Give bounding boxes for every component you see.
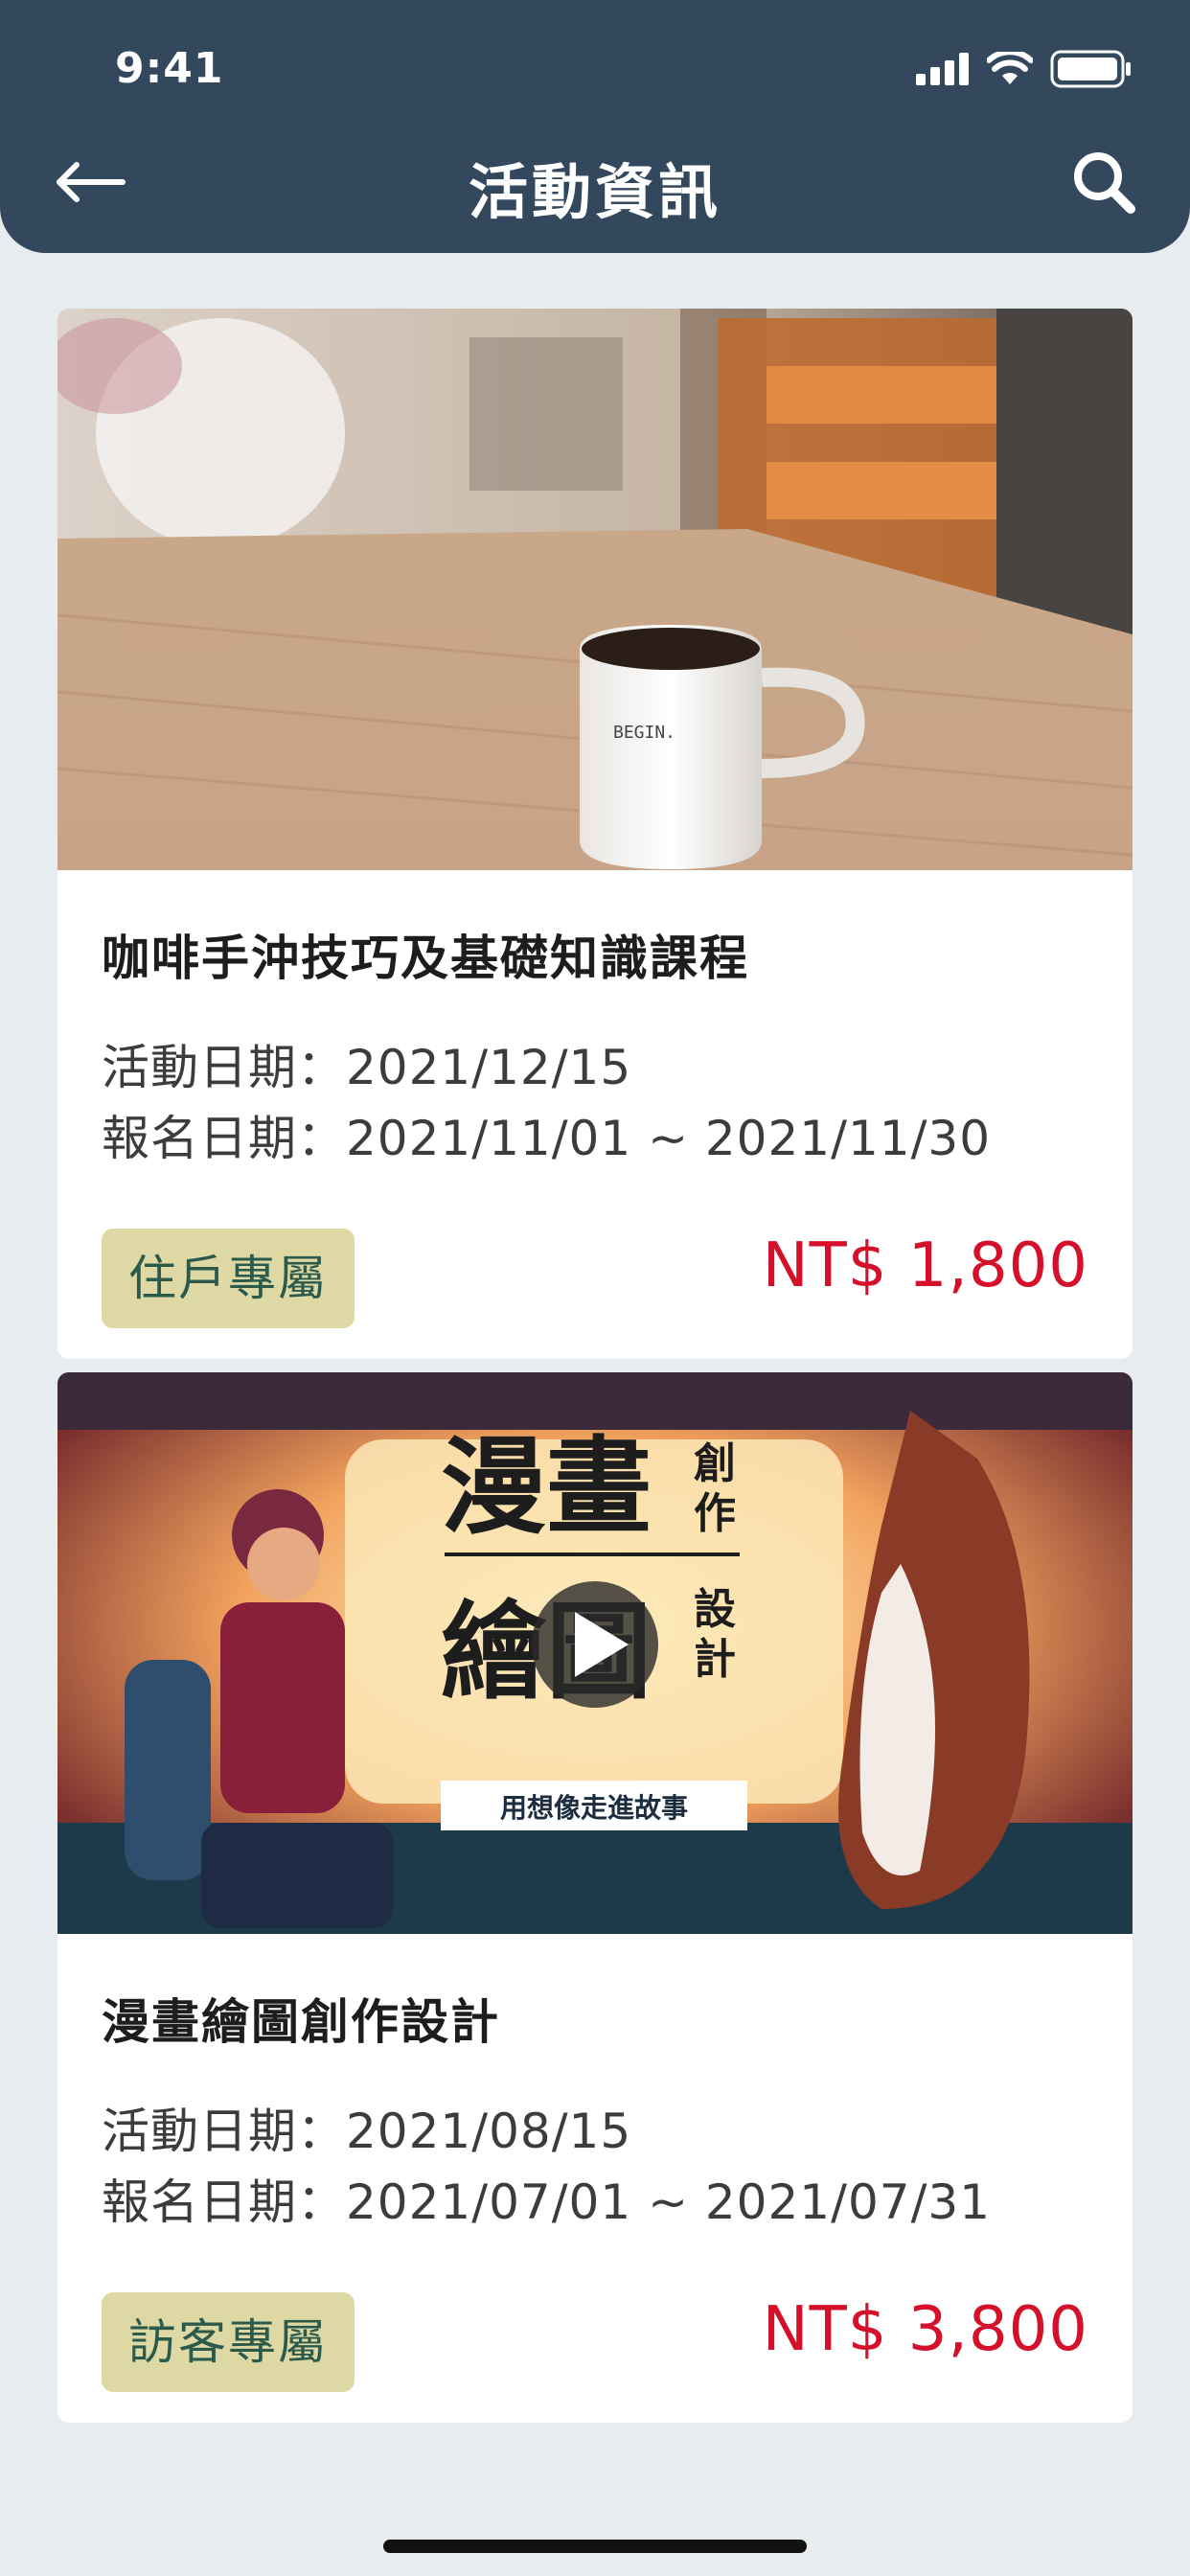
audience-badge: 訪客專屬 — [102, 2292, 355, 2392]
search-button[interactable] — [1069, 148, 1138, 217]
wifi-icon — [987, 52, 1033, 84]
search-icon — [1074, 152, 1135, 214]
poster-small-1b: 作 — [694, 1489, 736, 1538]
signup-date: 報名日期：2021/07/01 ~ 2021/07/31 — [102, 2174, 992, 2230]
poster-tagline: 用想像走進故事 — [500, 1792, 688, 1824]
app-header: 9:41 活動資訊 — [0, 0, 1190, 253]
mug-text: BEGIN. — [613, 723, 675, 743]
battery-icon — [1050, 50, 1131, 88]
event-title: 漫畫繪圖創作設計 — [102, 1994, 500, 2050]
signup-date: 報名日期：2021/11/01 ~ 2021/11/30 — [102, 1111, 992, 1166]
event-price: NT$ 3,800 — [762, 2294, 1088, 2365]
status-time: 9:41 — [115, 44, 224, 93]
signal-icon — [916, 53, 969, 85]
event-title: 咖啡手沖技巧及基礎知識課程 — [102, 931, 749, 986]
event-date: 活動日期：2021/12/15 — [102, 1040, 632, 1095]
event-video-poster[interactable]: 漫畫 創 作 繪圖 設 計 用想像走進故事 — [57, 1372, 1133, 1934]
event-card[interactable]: 漫畫 創 作 繪圖 設 計 用想像走進故事 漫畫繪圖創作設計 活動日期：2021… — [57, 1372, 1133, 2423]
audience-badge: 住戶專屬 — [102, 1229, 355, 1328]
page-title: 活動資訊 — [468, 157, 721, 227]
play-icon — [532, 1581, 658, 1708]
poster-small-2a: 設 — [694, 1585, 736, 1634]
home-indicator[interactable] — [383, 2540, 807, 2553]
status-icons — [916, 50, 1133, 88]
poster-small-2b: 計 — [694, 1635, 736, 1684]
event-image-coffee: BEGIN. — [57, 309, 1133, 870]
poster-title-1: 漫畫 — [441, 1426, 652, 1549]
event-price: NT$ 1,800 — [762, 1230, 1088, 1301]
event-card[interactable]: BEGIN. 咖啡手沖技巧及基礎知識課程 活動日期：2021/12/15 報名日… — [57, 309, 1133, 1359]
poster-small-1a: 創 — [694, 1439, 736, 1488]
event-date: 活動日期：2021/08/15 — [102, 2104, 632, 2159]
